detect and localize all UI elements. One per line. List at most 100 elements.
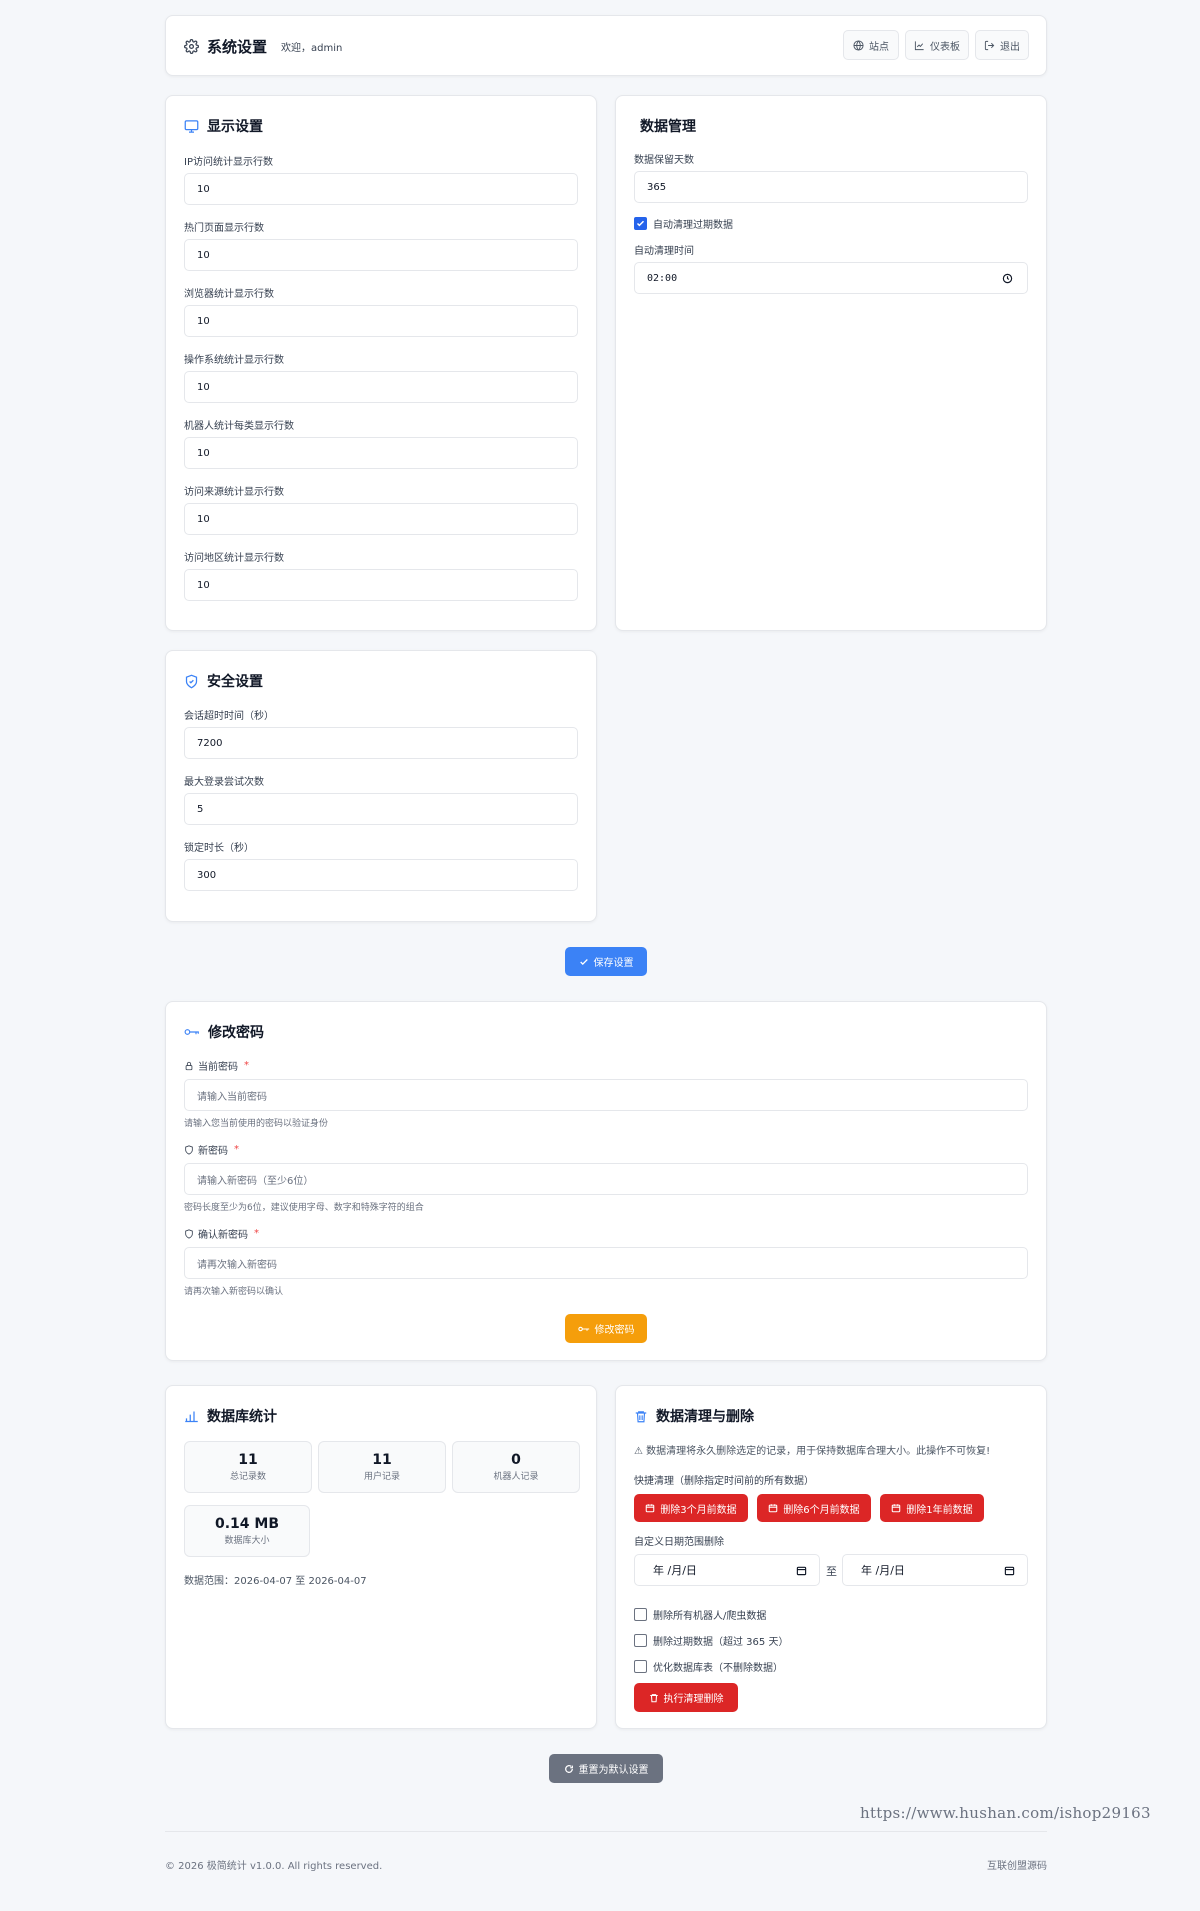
- current-password-input[interactable]: 请输入当前密码: [184, 1079, 1028, 1111]
- calendar-icon[interactable]: [796, 1565, 807, 1576]
- change-password-title-text: 修改密码: [208, 1025, 264, 1041]
- stat-value: 11: [238, 1452, 258, 1468]
- robot-rows-input[interactable]: 10: [184, 437, 578, 469]
- page-title: 系统设置: [207, 38, 268, 56]
- save-settings-button[interactable]: 保存设置: [565, 947, 647, 976]
- change-password-button-label: 修改密码: [594, 1325, 635, 1336]
- optimize-tables-option[interactable]: 优化数据库表（不删除数据）: [634, 1659, 783, 1674]
- new-password-label-text: 新密码: [198, 1146, 228, 1157]
- confirm-password-label: 确认新密码 *: [184, 1226, 259, 1241]
- shield-icon: [184, 1228, 194, 1239]
- current-password-label-text: 当前密码: [198, 1062, 238, 1073]
- current-password-label: 当前密码 *: [184, 1058, 249, 1073]
- bar-chart-icon: [184, 1409, 199, 1424]
- required-mark: *: [234, 1144, 239, 1155]
- delete-1-year-label: 删除1年前数据: [906, 1504, 973, 1516]
- start-date-input[interactable]: 年 /月/日: [634, 1554, 820, 1586]
- security-settings-title: 安全设置: [184, 671, 263, 691]
- calendar-icon[interactable]: [1004, 1565, 1015, 1576]
- auto-cleanup-checkbox[interactable]: [634, 217, 647, 230]
- delete-expired-option[interactable]: 删除过期数据（超过 365 天）: [634, 1633, 788, 1648]
- site-button-label: 站点: [869, 41, 889, 53]
- new-password-label: 新密码 *: [184, 1142, 239, 1157]
- stat-user-records: 11 用户记录: [318, 1441, 446, 1493]
- field-label: 锁定时长（秒）: [184, 843, 254, 854]
- custom-range-label: 自定义日期范围删除: [634, 1537, 724, 1548]
- region-rows-input[interactable]: 10: [184, 569, 578, 601]
- hot-pages-rows-input[interactable]: 10: [184, 239, 578, 271]
- end-date-placeholder: 年 /月/日: [861, 1564, 905, 1577]
- delete-robots-checkbox[interactable]: [634, 1608, 647, 1621]
- lockout-duration-input[interactable]: 300: [184, 859, 578, 891]
- cleanup-card: 数据清理与删除 ⚠ 数据清理将永久删除选定的记录，用于保持数据库合理大小。此操作…: [615, 1385, 1047, 1729]
- delete-robots-label: 删除所有机器人/爬虫数据: [653, 1611, 767, 1622]
- footer-divider: [165, 1831, 1047, 1832]
- delete-3-months-label: 删除3个月前数据: [660, 1504, 737, 1516]
- retention-days-input[interactable]: 365: [634, 171, 1028, 203]
- end-date-input[interactable]: 年 /月/日: [842, 1554, 1028, 1586]
- calendar-icon: [891, 1503, 901, 1513]
- date-range-to: 至: [826, 1565, 837, 1578]
- change-password-card: 修改密码 当前密码 * 请输入当前密码 请输入您当前使用的密码以验证身份 新密码 *…: [165, 1001, 1047, 1361]
- optimize-tables-checkbox[interactable]: [634, 1660, 647, 1673]
- data-range-text: 数据范围：2026-04-07 至 2026-04-07: [184, 1576, 367, 1587]
- delete-expired-label: 删除过期数据（超过 365 天）: [653, 1637, 789, 1648]
- field-label: 访问地区统计显示行数: [184, 553, 284, 564]
- os-rows-input[interactable]: 10: [184, 371, 578, 403]
- shield-check-icon: [184, 674, 199, 689]
- referrer-rows-input[interactable]: 10: [184, 503, 578, 535]
- display-settings-title-text: 显示设置: [207, 119, 263, 135]
- field-label: 机器人统计每类显示行数: [184, 421, 294, 432]
- stat-label: 用户记录: [363, 1472, 400, 1482]
- footer-link[interactable]: 互联创盟源码: [987, 1857, 1047, 1872]
- stat-db-size: 0.14 MB 数据库大小: [184, 1505, 310, 1557]
- site-button[interactable]: 站点: [843, 30, 899, 60]
- field-label: 操作系统统计显示行数: [184, 355, 284, 366]
- chart-line-icon: [914, 40, 925, 51]
- stat-total-records: 11 总记录数: [184, 1441, 312, 1493]
- stat-label: 机器人记录: [493, 1472, 539, 1482]
- dashboard-button-label: 仪表板: [930, 41, 960, 53]
- delete-6-months-label: 删除6个月前数据: [783, 1504, 860, 1516]
- watermark-text: https://www.hushan.com/ishop29163: [860, 1804, 1151, 1822]
- cleanup-time-value: 02:00: [647, 272, 678, 284]
- data-management-title-text: 数据管理: [640, 119, 696, 135]
- logout-button-label: 退出: [1000, 41, 1020, 53]
- reset-defaults-button[interactable]: 重置为默认设置: [549, 1754, 663, 1783]
- check-icon: [579, 957, 589, 967]
- display-settings-card: 显示设置 IP访问统计显示行数 10 热门页面显示行数 10 浏览器统计显示行数…: [165, 95, 597, 631]
- execute-cleanup-button[interactable]: 执行清理删除: [634, 1683, 738, 1712]
- new-password-input[interactable]: 请输入新密码（至少6位）: [184, 1163, 1028, 1195]
- trash-icon: [634, 1409, 648, 1424]
- monitor-icon: [184, 119, 199, 134]
- globe-icon: [853, 39, 864, 51]
- field-label: 浏览器统计显示行数: [184, 289, 274, 300]
- delete-1-year-button[interactable]: 删除1年前数据: [880, 1494, 984, 1522]
- ip-rows-input[interactable]: 10: [184, 173, 578, 205]
- reset-defaults-label: 重置为默认设置: [578, 1765, 649, 1776]
- stat-label: 总记录数: [229, 1472, 266, 1482]
- logout-button[interactable]: 退出: [975, 30, 1029, 60]
- calendar-icon: [645, 1503, 655, 1513]
- delete-3-months-button[interactable]: 删除3个月前数据: [634, 1494, 748, 1522]
- dashboard-button[interactable]: 仪表板: [905, 30, 969, 60]
- cleanup-title: 数据清理与删除: [634, 1406, 754, 1426]
- change-password-button[interactable]: 修改密码: [565, 1314, 647, 1343]
- max-login-attempts-input[interactable]: 5: [184, 793, 578, 825]
- clock-icon[interactable]: [1002, 273, 1013, 284]
- auto-cleanup-label: 自动清理过期数据: [653, 220, 733, 231]
- browser-rows-input[interactable]: 10: [184, 305, 578, 337]
- data-management-title: 数据管理: [640, 116, 696, 136]
- cleanup-warning: ⚠ 数据清理将永久删除选定的记录，用于保持数据库合理大小。此操作不可恢复!: [634, 1446, 991, 1457]
- confirm-password-input[interactable]: 请再次输入新密码: [184, 1247, 1028, 1279]
- required-mark: *: [244, 1060, 249, 1071]
- auto-cleanup-checkbox-row[interactable]: 自动清理过期数据: [634, 216, 733, 231]
- session-timeout-input[interactable]: 7200: [184, 727, 578, 759]
- cleanup-time-input[interactable]: 02:00: [634, 262, 1028, 294]
- header-bar: 系统设置 欢迎，admin 站点 仪表板 退出: [165, 15, 1047, 76]
- save-settings-label: 保存设置: [593, 958, 634, 969]
- retention-label: 数据保留天数: [634, 155, 694, 166]
- delete-expired-checkbox[interactable]: [634, 1634, 647, 1647]
- delete-6-months-button[interactable]: 删除6个月前数据: [757, 1494, 871, 1522]
- delete-robots-option[interactable]: 删除所有机器人/爬虫数据: [634, 1607, 766, 1622]
